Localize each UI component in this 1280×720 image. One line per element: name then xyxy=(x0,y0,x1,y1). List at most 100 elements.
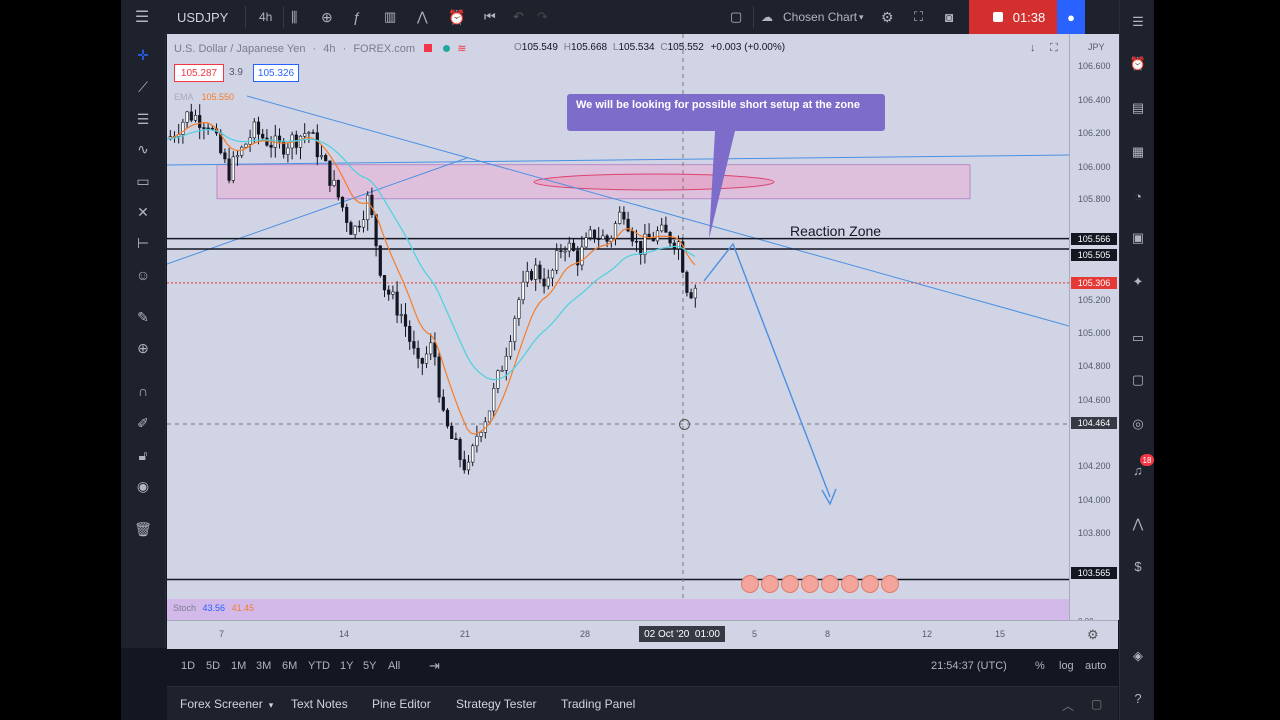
brush-icon[interactable]: ✕ xyxy=(132,201,154,223)
indicators-icon[interactable]: ƒ xyxy=(353,0,361,34)
financials-icon[interactable]: ▥ xyxy=(384,0,396,34)
menu-icon[interactable]: ☰ xyxy=(130,0,154,34)
candles-icon[interactable]: ⫼ xyxy=(291,0,297,34)
stochastic-pane[interactable] xyxy=(167,599,1069,620)
layout-name[interactable]: Chosen Chart xyxy=(783,0,857,34)
replay-icon[interactable]: ⏮ xyxy=(484,0,496,34)
lock-icon[interactable]: 🔓︎ xyxy=(132,444,154,466)
event-flag-icon[interactable] xyxy=(841,575,859,593)
event-flag-icon[interactable] xyxy=(801,575,819,593)
chart-pane[interactable]: U.S. Dollar / Japanese Yen · 4h · FOREX.… xyxy=(167,34,1069,620)
range-1y[interactable]: 1Y xyxy=(340,660,353,672)
range-all[interactable]: All xyxy=(388,660,400,672)
tab-trading-panel[interactable]: Trading Panel xyxy=(561,697,635,711)
measure-icon[interactable]: ⊢ xyxy=(132,232,154,254)
alert-icon[interactable]: ⏰ xyxy=(448,0,465,34)
layers-icon[interactable]: ◈ xyxy=(1128,646,1148,666)
candle-body xyxy=(546,277,550,287)
goto-date-icon[interactable]: ⇥ xyxy=(429,658,440,674)
tab-text-notes[interactable]: Text Notes xyxy=(291,697,348,711)
axis-settings-gear-icon[interactable]: ⚙ xyxy=(1087,627,1099,643)
pine-icon[interactable]: ⋀ xyxy=(1128,514,1148,534)
economic-events[interactable] xyxy=(741,575,899,593)
candle-body xyxy=(487,410,492,423)
event-flag-icon[interactable] xyxy=(861,575,879,593)
templates-icon[interactable]: ⋀ xyxy=(417,0,428,34)
layout-icon[interactable]: ▢ xyxy=(730,0,742,34)
range-5y[interactable]: 5Y xyxy=(363,660,376,672)
event-flag-icon[interactable] xyxy=(781,575,799,593)
zone-highlight-ellipse xyxy=(533,173,775,191)
tab-forex-screener[interactable]: Forex Screener ▾ xyxy=(180,697,273,711)
undo-icon[interactable]: ↶ xyxy=(513,0,524,34)
symbol-search[interactable]: USDJPY xyxy=(177,0,228,34)
dollar-icon[interactable]: $ xyxy=(1128,556,1148,576)
chat-icon[interactable]: ▭ xyxy=(1128,328,1148,348)
callout-note[interactable]: We will be looking for possible short se… xyxy=(567,94,885,131)
watchlist-icon[interactable]: ☰ xyxy=(1128,12,1148,32)
event-flag-icon[interactable] xyxy=(761,575,779,593)
buy-button[interactable]: 105.326 xyxy=(253,64,299,82)
alerts-clock-icon[interactable]: ⏰ xyxy=(1128,54,1148,74)
ruler-icon[interactable]: ✎ xyxy=(132,306,154,328)
calendar-icon[interactable]: ◔ xyxy=(1128,186,1148,206)
chart-interval: 4h xyxy=(323,43,336,55)
hotlist-icon[interactable]: ▦ xyxy=(1128,142,1148,162)
range-1m[interactable]: 1M xyxy=(231,660,246,672)
range-ytd[interactable]: YTD xyxy=(308,660,330,672)
crosshair-icon[interactable]: ✛ xyxy=(132,44,154,66)
candle-body xyxy=(580,246,584,266)
range-6m[interactable]: 6M xyxy=(282,660,297,672)
text-icon[interactable]: ▭ xyxy=(132,170,154,192)
log-toggle[interactable]: log xyxy=(1059,660,1074,672)
arrow-down-icon[interactable]: ↓ xyxy=(1030,42,1036,54)
candle-body xyxy=(592,229,597,240)
pattern-icon[interactable]: ∿ xyxy=(132,138,154,160)
emoji-icon[interactable]: ☺ xyxy=(132,264,154,286)
sell-button[interactable]: 105.287 xyxy=(174,64,224,82)
time-label: 8 xyxy=(825,629,831,639)
reaction-zone-label[interactable]: Reaction Zone xyxy=(790,223,881,239)
collapse-icon[interactable]: ︿ xyxy=(1062,697,1074,714)
stop-icon[interactable] xyxy=(992,12,1003,22)
range-1d[interactable]: 1D xyxy=(181,660,195,672)
tab-strategy-tester[interactable]: Strategy Tester xyxy=(456,697,536,711)
data-window-icon[interactable]: ▤ xyxy=(1128,98,1148,118)
event-flag-icon[interactable] xyxy=(821,575,839,593)
fullscreen-icon[interactable]: ⛶ xyxy=(914,0,923,34)
event-flag-icon[interactable] xyxy=(881,575,899,593)
range-5d[interactable]: 5D xyxy=(206,660,220,672)
price-axis[interactable]: JPY 106.600 106.400 106.200 106.000 105.… xyxy=(1069,34,1119,626)
lock-drawing-icon[interactable]: ✐ xyxy=(132,412,154,434)
range-3m[interactable]: 3M xyxy=(256,660,271,672)
settings-gear-icon[interactable]: ⚙ xyxy=(881,0,894,34)
redo-icon[interactable]: ↷ xyxy=(537,0,548,34)
compare-icon[interactable]: ⊕ xyxy=(321,0,333,34)
clock[interactable]: 21:54:37 (UTC) xyxy=(931,660,1007,672)
tab-pine-editor[interactable]: Pine Editor xyxy=(372,697,431,711)
trendline-icon[interactable]: ⟋ xyxy=(132,76,154,98)
stoch-legend: Stoch 43.56 41.45 xyxy=(173,603,255,613)
streams-icon[interactable]: ▢ xyxy=(1128,370,1148,390)
help-icon[interactable]: ? xyxy=(1128,688,1148,708)
trash-icon[interactable]: 🗑︎ xyxy=(132,518,154,540)
magnet-icon[interactable]: ∩ xyxy=(132,380,154,402)
chevron-down-icon[interactable]: ▾ xyxy=(859,0,864,34)
auto-toggle[interactable]: auto xyxy=(1085,660,1106,672)
microphone-icon[interactable]: ● xyxy=(1057,0,1085,34)
eye-icon[interactable]: ◉ xyxy=(132,475,154,497)
candle-body xyxy=(185,111,189,123)
percent-toggle[interactable]: % xyxy=(1035,660,1045,672)
time-axis[interactable]: 7 14 21 28 02 Oct '20 01:00 5 8 12 15 ⚙ xyxy=(167,620,1118,649)
camera-icon[interactable]: ◙ xyxy=(945,0,953,34)
fib-icon[interactable]: ☰ xyxy=(132,108,154,130)
interval-selector[interactable]: 4h xyxy=(259,0,272,34)
news-icon[interactable]: ▣ xyxy=(1128,228,1148,248)
recording-indicator[interactable]: 01:38 xyxy=(969,0,1069,34)
ideas-icon[interactable]: ✦ xyxy=(1128,272,1148,292)
zoom-icon[interactable]: ⊕ xyxy=(132,337,154,359)
event-flag-icon[interactable] xyxy=(741,575,759,593)
maximize-icon[interactable]: ⛶ xyxy=(1050,42,1058,55)
broadcast-icon[interactable]: ◎ xyxy=(1128,414,1148,434)
maximize-panel-icon[interactable]: ▢ xyxy=(1091,697,1102,711)
